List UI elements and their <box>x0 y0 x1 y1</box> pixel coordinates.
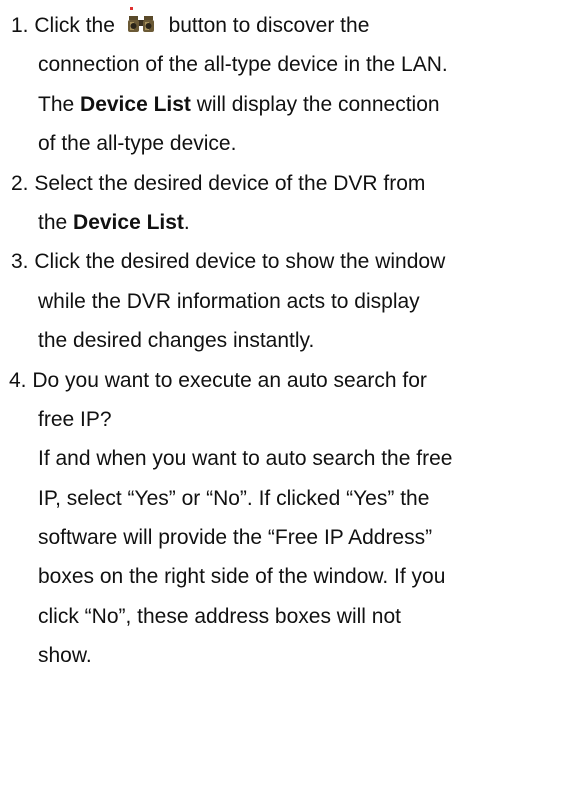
step-1-line-1: 1. Click the button to discover the <box>0 6 568 45</box>
step-1-line-3-post: will display the connection <box>190 92 440 116</box>
device-list-term: Device List <box>73 210 184 234</box>
step-4-para-line-2: IP, select “Yes” or “No”. If clicked “Ye… <box>38 486 430 510</box>
step-2-line-2: the Device List. <box>0 203 568 242</box>
device-list-term: Device List <box>80 92 191 116</box>
step-1-line-4: of the all-type device. <box>38 132 237 156</box>
step-4-number: 4. <box>9 368 27 392</box>
step-3-line-1: 3. Click the desired device to show the … <box>0 242 568 281</box>
step-2-line-1: 2. Select the desired device of the DVR … <box>0 164 568 203</box>
step-3-text: Click the desired device to show the win… <box>34 250 446 274</box>
step-4-line-1: 4. Do you want to execute an auto search… <box>0 361 568 400</box>
instruction-document: 1. Click the button to discover the conn… <box>0 6 568 676</box>
step-4-para-line-3: software will provide the “Free IP Addre… <box>38 526 433 550</box>
step-3-line-3: the desired changes instantly. <box>38 329 315 353</box>
step-2-line-2-pre: the <box>38 210 74 234</box>
step-4-para-line-6: show. <box>38 644 92 668</box>
step-1-number: 1. <box>11 14 29 37</box>
step-1-text-pre: Click the <box>34 14 115 37</box>
step-4-para-line-5: click “No”, these address boxes will not <box>38 604 401 628</box>
step-4-para-line-1: If and when you want to auto search the … <box>38 447 453 471</box>
step-4-text: Do you want to execute an auto search fo… <box>32 368 427 392</box>
step-3-line-2: while the DVR information acts to displa… <box>38 289 420 313</box>
step-4-para-line-4: boxes on the right side of the window. I… <box>38 565 446 589</box>
step-1-line-3: The Device List will display the connect… <box>0 85 568 124</box>
step-2-text: Select the desired device of the DVR fro… <box>34 171 426 195</box>
step-2-number: 2. <box>11 171 29 195</box>
step-1-line-2: connection of the all-type device in the… <box>38 53 448 77</box>
step-2-line-2-post: . <box>183 210 190 234</box>
binoculars-icon <box>127 7 155 35</box>
step-4-line-2: free IP? <box>38 407 112 431</box>
step-3-number: 3. <box>11 250 29 274</box>
step-1-text-post: button to discover the <box>168 14 370 37</box>
step-1-line-3-pre: The <box>38 92 81 116</box>
